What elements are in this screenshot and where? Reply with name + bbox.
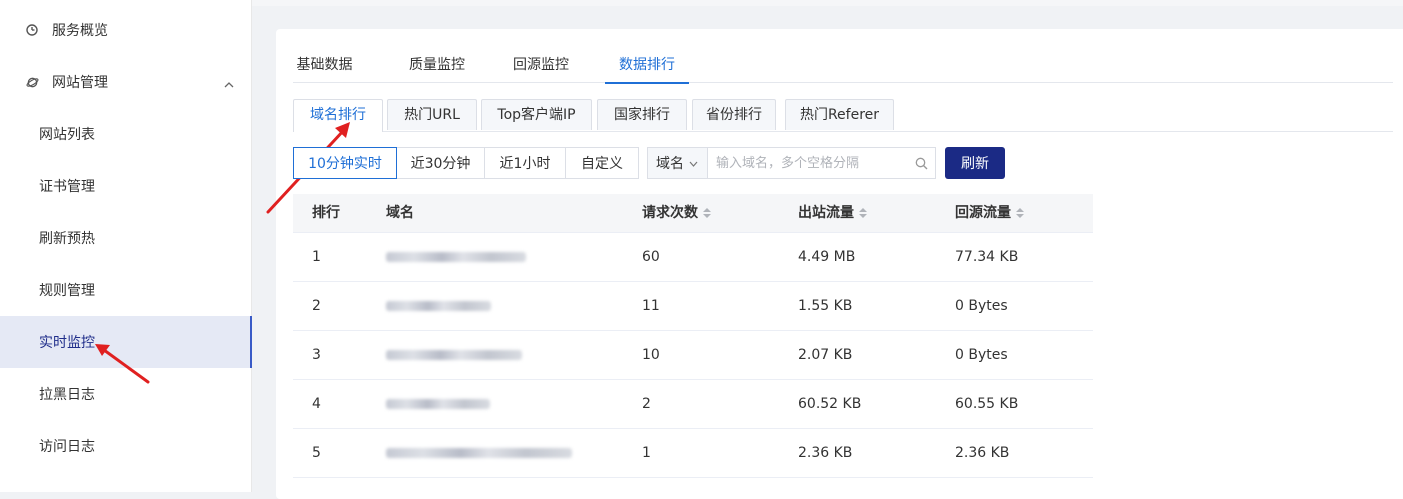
cell-rank: 2	[312, 298, 321, 314]
table-row: 5 1 2.36 KB 2.36 KB	[293, 429, 1093, 478]
sidebar-item-label: 服务概览	[52, 23, 108, 39]
tab-basic-data[interactable]: 基础数据	[293, 51, 356, 82]
time-custom-button[interactable]: 自定义	[565, 147, 639, 179]
tab-domain-ranking[interactable]: 域名排行	[293, 99, 383, 132]
sidebar-item-label: 规则管理	[39, 283, 95, 299]
sidebar-item-certificates[interactable]: 证书管理	[0, 160, 252, 212]
sidebar-item-label: 实时监控	[39, 335, 95, 351]
domain-ranking-table: 排行 域名 请求次数 出站流量 回源流量 1 60 4.49 MB 77.34 …	[293, 194, 1093, 478]
table-row: 2 11 1.55 KB 0 Bytes	[293, 282, 1093, 331]
column-header-backsource[interactable]: 回源流量	[955, 194, 1024, 232]
cell-requests: 11	[642, 298, 660, 314]
column-header-requests[interactable]: 请求次数	[642, 194, 711, 232]
table-row: 3 10 2.07 KB 0 Bytes	[293, 331, 1093, 380]
sidebar-item-site-management[interactable]: 网站管理	[0, 56, 252, 108]
cell-requests: 10	[642, 347, 660, 363]
cell-domain-redacted	[386, 380, 490, 428]
tab-quality-monitor[interactable]: 质量监控	[397, 51, 477, 82]
cell-backsource: 0 Bytes	[955, 347, 1008, 363]
sidebar-item-refresh-preheat[interactable]: 刷新预热	[0, 212, 252, 264]
column-header-domain: 域名	[386, 205, 414, 221]
cell-domain-redacted	[386, 282, 491, 330]
chevron-up-icon[interactable]	[224, 76, 234, 92]
sort-icon[interactable]	[1016, 208, 1024, 218]
cell-backsource: 0 Bytes	[955, 298, 1008, 314]
time-range-group: 10分钟实时 近30分钟 近1小时 自定义	[293, 147, 639, 179]
table-row: 4 2 60.52 KB 60.55 KB	[293, 380, 1093, 429]
sidebar-item-label: 访问日志	[39, 439, 95, 455]
primary-tabs: 基础数据 质量监控 回源监控 数据排行	[293, 51, 1393, 84]
sidebar-item-site-list[interactable]: 网站列表	[0, 108, 252, 160]
tab-hot-referer[interactable]: 热门Referer	[785, 99, 894, 130]
sidebar-item-label: 网站管理	[52, 75, 108, 91]
column-header-label: 出站流量	[798, 205, 854, 221]
sidebar-item-label: 证书管理	[39, 179, 95, 195]
top-strip	[252, 0, 1403, 6]
cell-requests: 60	[642, 249, 660, 265]
tab-data-ranking[interactable]: 数据排行	[605, 51, 689, 84]
column-header-label: 请求次数	[642, 205, 698, 221]
cell-backsource: 2.36 KB	[955, 445, 1010, 461]
cell-outbound: 60.52 KB	[798, 396, 862, 412]
time-10min-button[interactable]: 10分钟实时	[293, 147, 397, 179]
sidebar-item-rules[interactable]: 规则管理	[0, 264, 252, 316]
cell-backsource: 60.55 KB	[955, 396, 1019, 412]
sidebar-item-label: 刷新预热	[39, 231, 95, 247]
table-row: 1 60 4.49 MB 77.34 KB	[293, 233, 1093, 282]
column-header-label: 回源流量	[955, 205, 1011, 221]
sidebar: 服务概览 网站管理 网站列表 证书管理 刷新预热 规则管理 实时监控 拉黑日志 …	[0, 0, 252, 492]
cell-rank: 3	[312, 347, 321, 363]
table-header: 排行 域名 请求次数 出站流量 回源流量	[293, 194, 1093, 233]
cell-domain-redacted	[386, 429, 572, 477]
cell-outbound: 4.49 MB	[798, 249, 856, 265]
cell-backsource: 77.34 KB	[955, 249, 1019, 265]
cell-outbound: 2.07 KB	[798, 347, 853, 363]
time-1hour-button[interactable]: 近1小时	[484, 147, 566, 179]
sidebar-item-label: 拉黑日志	[39, 387, 95, 403]
tab-hot-url[interactable]: 热门URL	[387, 99, 477, 130]
chevron-down-icon	[689, 155, 698, 171]
secondary-tabs: 域名排行 热门URL Top客户端IP 国家排行 省份排行 热门Referer	[293, 99, 1393, 132]
sidebar-item-label: 网站列表	[39, 127, 95, 143]
dashboard-icon	[25, 23, 39, 37]
cell-domain-redacted	[386, 331, 522, 379]
search-type-value: 域名	[656, 156, 684, 172]
tab-top-client-ip[interactable]: Top客户端IP	[481, 99, 592, 130]
cell-rank: 4	[312, 396, 321, 412]
sort-icon[interactable]	[703, 208, 711, 218]
sort-icon[interactable]	[859, 208, 867, 218]
sidebar-item-realtime-monitor[interactable]: 实时监控	[0, 316, 252, 368]
globe-icon	[25, 75, 39, 89]
search-group: 域名	[647, 147, 936, 179]
sidebar-item-block-log[interactable]: 拉黑日志	[0, 368, 252, 420]
column-header-rank: 排行	[312, 205, 340, 221]
refresh-button[interactable]: 刷新	[945, 147, 1005, 179]
cell-requests: 1	[642, 445, 651, 461]
cell-outbound: 2.36 KB	[798, 445, 853, 461]
domain-search-input[interactable]	[708, 148, 907, 178]
content-card: 基础数据 质量监控 回源监控 数据排行 域名排行 热门URL Top客户端IP …	[276, 29, 1403, 499]
time-30min-button[interactable]: 近30分钟	[396, 147, 485, 179]
cell-domain-redacted	[386, 233, 526, 281]
tab-province-ranking[interactable]: 省份排行	[692, 99, 776, 130]
sidebar-item-overview[interactable]: 服务概览	[0, 4, 252, 56]
sidebar-item-access-log[interactable]: 访问日志	[0, 420, 252, 472]
cell-requests: 2	[642, 396, 651, 412]
search-type-select[interactable]: 域名	[648, 148, 708, 178]
cell-rank: 1	[312, 249, 321, 265]
tab-backsource-monitor[interactable]: 回源监控	[501, 51, 581, 82]
cell-outbound: 1.55 KB	[798, 298, 853, 314]
column-header-outbound[interactable]: 出站流量	[798, 194, 867, 232]
search-icon[interactable]	[907, 148, 935, 178]
cell-rank: 5	[312, 445, 321, 461]
tab-country-ranking[interactable]: 国家排行	[597, 99, 687, 130]
